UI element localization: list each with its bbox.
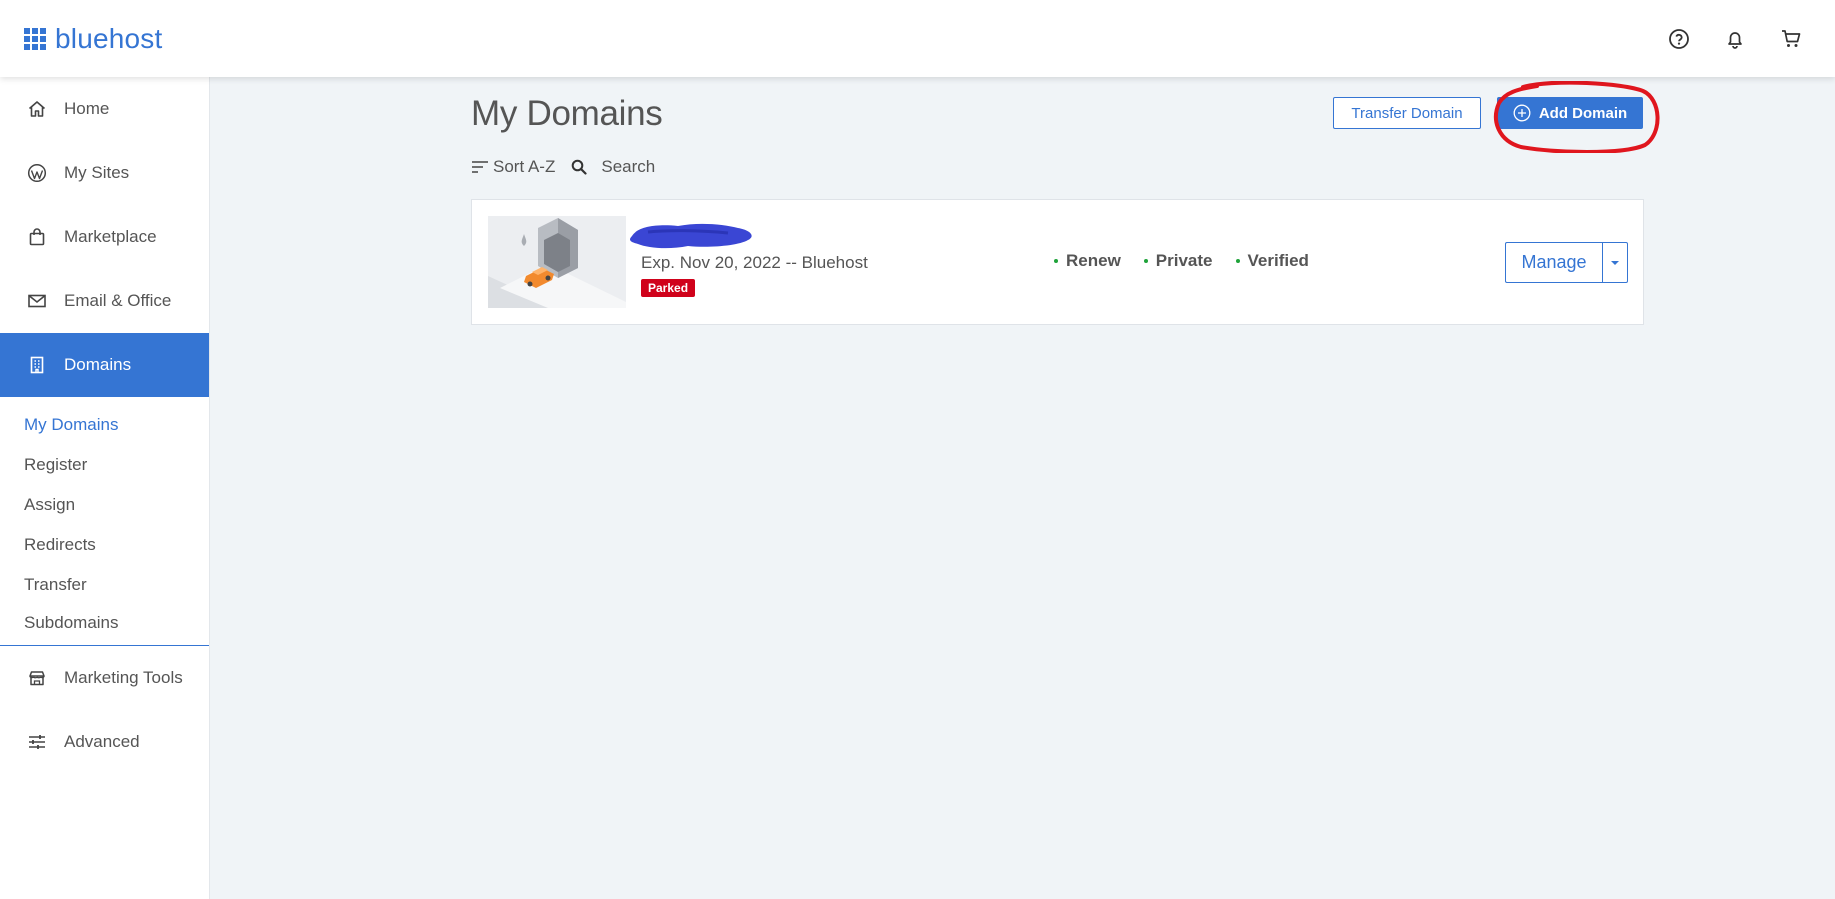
sliders-icon [26, 731, 48, 753]
search-label: Search [601, 157, 656, 176]
bluehost-logo[interactable]: bluehost [24, 23, 162, 55]
bell-icon[interactable] [1707, 19, 1763, 59]
sidebar-item-email-office[interactable]: Email & Office [0, 269, 209, 333]
transfer-domain-button[interactable]: Transfer Domain [1333, 97, 1481, 129]
shopping-bag-icon [26, 226, 48, 248]
sidebar-item-my-sites[interactable]: My Sites [0, 141, 209, 205]
add-domain-button[interactable]: Add Domain [1497, 97, 1643, 129]
sort-label: Sort A-Z [493, 157, 556, 176]
domain-card: Exp. Nov 20, 2022 -- Bluehost Parked Ren… [471, 199, 1644, 325]
subnav-subdomains[interactable]: Subdomains [0, 605, 209, 641]
sidebar-item-marketplace[interactable]: Marketplace [0, 205, 209, 269]
redacted-domain-name [630, 223, 752, 249]
building-icon [26, 354, 48, 376]
manage-button[interactable]: Manage [1505, 242, 1602, 283]
status-verified: Verified [1235, 251, 1309, 271]
manage-dropdown-toggle[interactable] [1602, 242, 1628, 283]
help-icon[interactable] [1651, 19, 1707, 59]
storefront-icon [26, 667, 48, 689]
sort-button[interactable]: Sort A-Z [471, 157, 555, 177]
sidebar-item-label: My Sites [64, 163, 130, 182]
sidebar-item-domains[interactable]: Domains [0, 333, 209, 397]
status-renew: Renew [1054, 251, 1121, 271]
sidebar: Home My Sites Marketplace Email & Office… [0, 77, 210, 899]
sidebar-item-advanced[interactable]: Advanced [0, 710, 209, 774]
sort-icon [472, 161, 488, 173]
sidebar-item-label: Home [64, 99, 110, 118]
parked-domain-thumbnail [488, 216, 626, 308]
main-content: My Domains Transfer Domain Add Domain So… [211, 77, 1835, 899]
domain-expiry: Exp. Nov 20, 2022 -- Bluehost [641, 253, 868, 272]
domain-statuses: Renew Private Verified [1054, 251, 1332, 271]
status-badge: Parked [641, 279, 696, 297]
sidebar-item-marketing-tools[interactable]: Marketing Tools [0, 646, 209, 710]
sidebar-item-label: Advanced [64, 732, 140, 751]
grid-icon [24, 27, 46, 50]
caret-down-icon [1611, 260, 1619, 265]
subnav-assign[interactable]: Assign [0, 485, 209, 525]
subnav-redirects[interactable]: Redirects [0, 525, 209, 565]
cart-icon[interactable] [1763, 19, 1819, 59]
status-private: Private [1143, 251, 1213, 271]
subnav-register[interactable]: Register [0, 445, 209, 485]
wordpress-icon [26, 162, 48, 184]
search-icon [572, 159, 587, 175]
sidebar-item-label: Email & Office [64, 291, 172, 310]
sidebar-item-label: Marketing Tools [64, 668, 183, 687]
sidebar-item-home[interactable]: Home [0, 77, 209, 141]
list-toolbar: Sort A-Z Search [471, 157, 655, 177]
sidebar-item-label: Marketplace [64, 227, 157, 246]
logo-text: bluehost [55, 22, 163, 54]
add-domain-label: Add Domain [1538, 104, 1628, 122]
top-header: bluehost [0, 0, 1835, 77]
subnav-my-domains[interactable]: My Domains [0, 405, 209, 445]
page-title: My Domains [471, 94, 663, 133]
subnav-transfer[interactable]: Transfer [0, 565, 209, 605]
home-icon [26, 98, 48, 120]
plus-circle-icon [1513, 104, 1531, 122]
domains-subnav: My Domains Register Assign Redirects Tra… [0, 397, 209, 646]
search-button[interactable]: Search [571, 157, 655, 177]
manage-button-group: Manage [1505, 242, 1628, 283]
sidebar-item-label: Domains [64, 355, 132, 374]
envelope-icon [26, 290, 48, 312]
